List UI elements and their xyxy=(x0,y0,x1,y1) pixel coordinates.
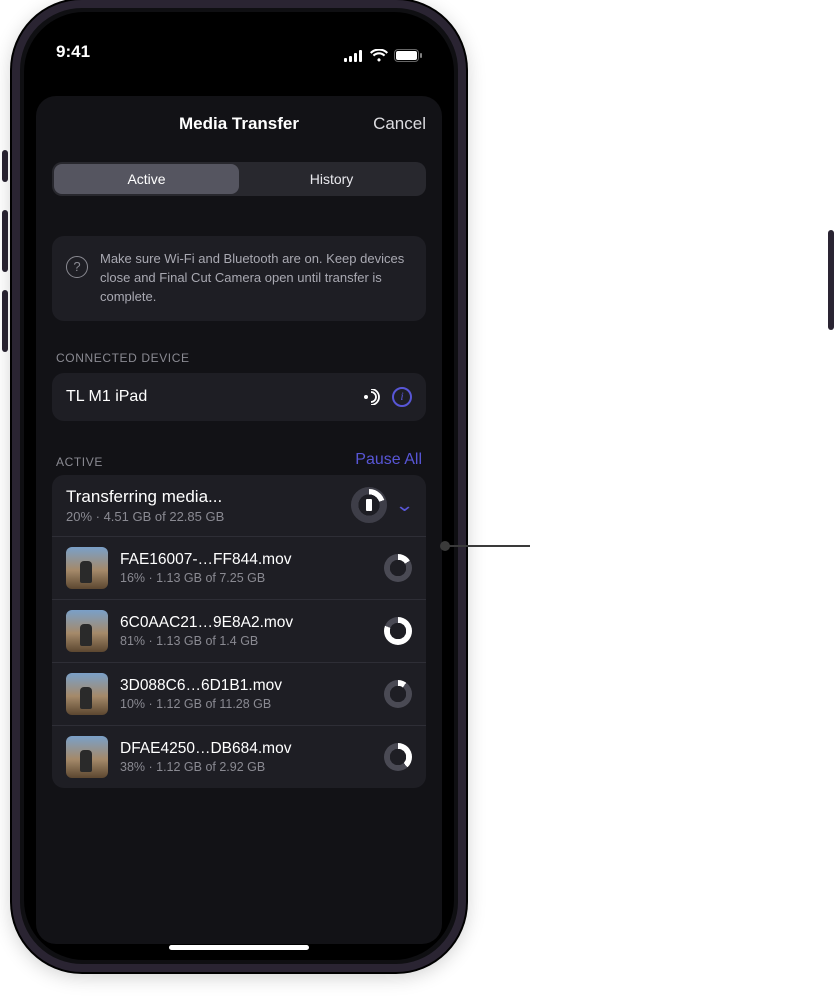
status-indicators xyxy=(344,49,422,62)
file-meta: 10% · 1.12 GB of 11.28 GB xyxy=(120,697,372,711)
file-thumbnail xyxy=(66,547,108,589)
cancel-button[interactable]: Cancel xyxy=(373,114,426,134)
file-meta: 81% · 1.13 GB of 1.4 GB xyxy=(120,634,372,648)
phone-frame: 9:41 Media Transfe xyxy=(12,0,466,972)
transfer-summary-row[interactable]: Transferring media... 20% · 4.51 GB of 2… xyxy=(52,475,426,537)
tab-active[interactable]: Active xyxy=(54,164,239,194)
connected-device-label: CONNECTED DEVICE xyxy=(56,351,422,365)
file-meta: 38% · 1.12 GB of 2.92 GB xyxy=(120,760,372,774)
active-section-label: ACTIVE xyxy=(56,455,103,469)
info-text: Make sure Wi-Fi and Bluetooth are on. Ke… xyxy=(100,250,412,307)
battery-icon xyxy=(394,49,422,62)
help-icon[interactable]: ? xyxy=(66,256,88,278)
wireless-icon xyxy=(362,389,382,405)
progress-ring xyxy=(384,617,412,645)
summary-meta: 20% · 4.51 GB of 22.85 GB xyxy=(66,509,224,524)
progress-ring xyxy=(384,743,412,771)
pause-button[interactable] xyxy=(351,487,387,523)
file-row[interactable]: 6C0AAC21…9E8A2.mov 81% · 1.13 GB of 1.4 … xyxy=(52,600,426,663)
file-row[interactable]: FAE16007-…FF844.mov 16% · 1.13 GB of 7.2… xyxy=(52,537,426,600)
tab-history[interactable]: History xyxy=(239,164,424,194)
connected-device-row[interactable]: TL M1 iPad i xyxy=(52,373,426,421)
info-card: ? Make sure Wi-Fi and Bluetooth are on. … xyxy=(52,236,426,321)
segmented-control: Active History xyxy=(52,162,426,196)
file-row[interactable]: 3D088C6…6D1B1.mov 10% · 1.12 GB of 11.28… xyxy=(52,663,426,726)
file-name: FAE16007-…FF844.mov xyxy=(120,551,372,569)
progress-ring xyxy=(384,554,412,582)
screen: 9:41 Media Transfe xyxy=(24,12,454,960)
home-indicator[interactable] xyxy=(169,945,309,950)
chevron-down-icon[interactable]: ⌄ xyxy=(395,495,415,516)
info-icon[interactable]: i xyxy=(392,387,412,407)
wifi-icon xyxy=(370,49,388,62)
file-thumbnail xyxy=(66,610,108,652)
modal-sheet: Media Transfer Cancel Active History ? M… xyxy=(36,96,442,944)
progress-ring xyxy=(384,680,412,708)
file-name: 3D088C6…6D1B1.mov xyxy=(120,677,372,695)
file-row[interactable]: DFAE4250…DB684.mov 38% · 1.12 GB of 2.92… xyxy=(52,726,426,788)
sheet-header: Media Transfer Cancel xyxy=(36,96,442,152)
device-name: TL M1 iPad xyxy=(66,388,147,406)
transfer-list: Transferring media... 20% · 4.51 GB of 2… xyxy=(52,475,426,788)
file-name: DFAE4250…DB684.mov xyxy=(120,740,372,758)
pause-all-button[interactable]: Pause All xyxy=(355,451,422,469)
file-meta: 16% · 1.13 GB of 7.25 GB xyxy=(120,571,372,585)
summary-title: Transferring media... xyxy=(66,487,224,507)
cellular-icon xyxy=(344,50,364,62)
file-thumbnail xyxy=(66,736,108,778)
callout-line xyxy=(446,545,530,547)
file-name: 6C0AAC21…9E8A2.mov xyxy=(120,614,372,632)
status-time: 9:41 xyxy=(56,42,90,62)
status-bar: 9:41 xyxy=(24,12,454,66)
sheet-title: Media Transfer xyxy=(179,114,299,134)
file-thumbnail xyxy=(66,673,108,715)
